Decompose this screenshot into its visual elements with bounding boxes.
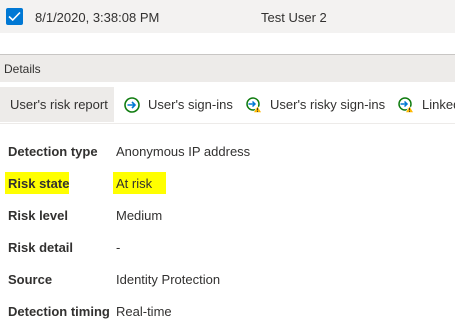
- property-value: Identity Protection: [116, 272, 221, 287]
- tab-users-sign-ins[interactable]: User's sign-ins: [124, 87, 233, 122]
- property-label: Source: [8, 272, 53, 287]
- property-label: Risk detail: [8, 240, 74, 255]
- property-value: -: [116, 240, 121, 255]
- row-user-cell: Test User 2: [261, 10, 327, 25]
- property-risk-detail: Risk detail -: [8, 236, 448, 258]
- property-value: Real-time: [116, 304, 172, 319]
- details-tab-bar: User's risk report User's sign-ins User'…: [0, 87, 455, 124]
- property-detection-type: Detection type Anonymous IP address: [8, 140, 448, 162]
- property-value: At risk: [116, 176, 153, 191]
- risky-sign-in-icon: [246, 96, 263, 113]
- tab-linked[interactable]: Linked: [398, 87, 455, 122]
- details-title: Details: [4, 62, 41, 76]
- tab-label: User's sign-ins: [148, 97, 233, 112]
- tab-label: User's risky sign-ins: [270, 97, 386, 112]
- tab-users-risk-report[interactable]: User's risk report: [0, 87, 114, 122]
- property-source: Source Identity Protection: [8, 268, 448, 290]
- risky-sign-in-icon: [398, 96, 415, 113]
- tab-users-risky-sign-ins[interactable]: User's risky sign-ins: [246, 87, 385, 122]
- property-value: Anonymous IP address: [116, 144, 251, 159]
- checkmark-icon: [8, 11, 21, 22]
- property-value: Medium: [116, 208, 163, 223]
- row-date-cell: 8/1/2020, 3:38:08 PM: [35, 10, 160, 25]
- tab-label: Linked: [422, 97, 455, 112]
- property-risk-state: Risk state At risk: [5, 172, 448, 194]
- tab-label: User's risk report: [10, 97, 108, 112]
- property-risk-level: Risk level Medium: [8, 204, 448, 226]
- property-detection-timing: Detection timing Real-time: [8, 300, 448, 322]
- details-section-header: Details: [0, 54, 455, 82]
- property-label: Risk level: [8, 208, 68, 223]
- selected-table-row[interactable]: 8/1/2020, 3:38:08 PM Test User 2: [0, 0, 455, 37]
- property-label: Detection timing: [8, 304, 110, 319]
- property-label: Detection type: [8, 144, 98, 159]
- property-label: Risk state: [8, 176, 70, 191]
- row-checkbox[interactable]: [6, 8, 23, 25]
- sign-in-arrow-icon: [124, 96, 140, 113]
